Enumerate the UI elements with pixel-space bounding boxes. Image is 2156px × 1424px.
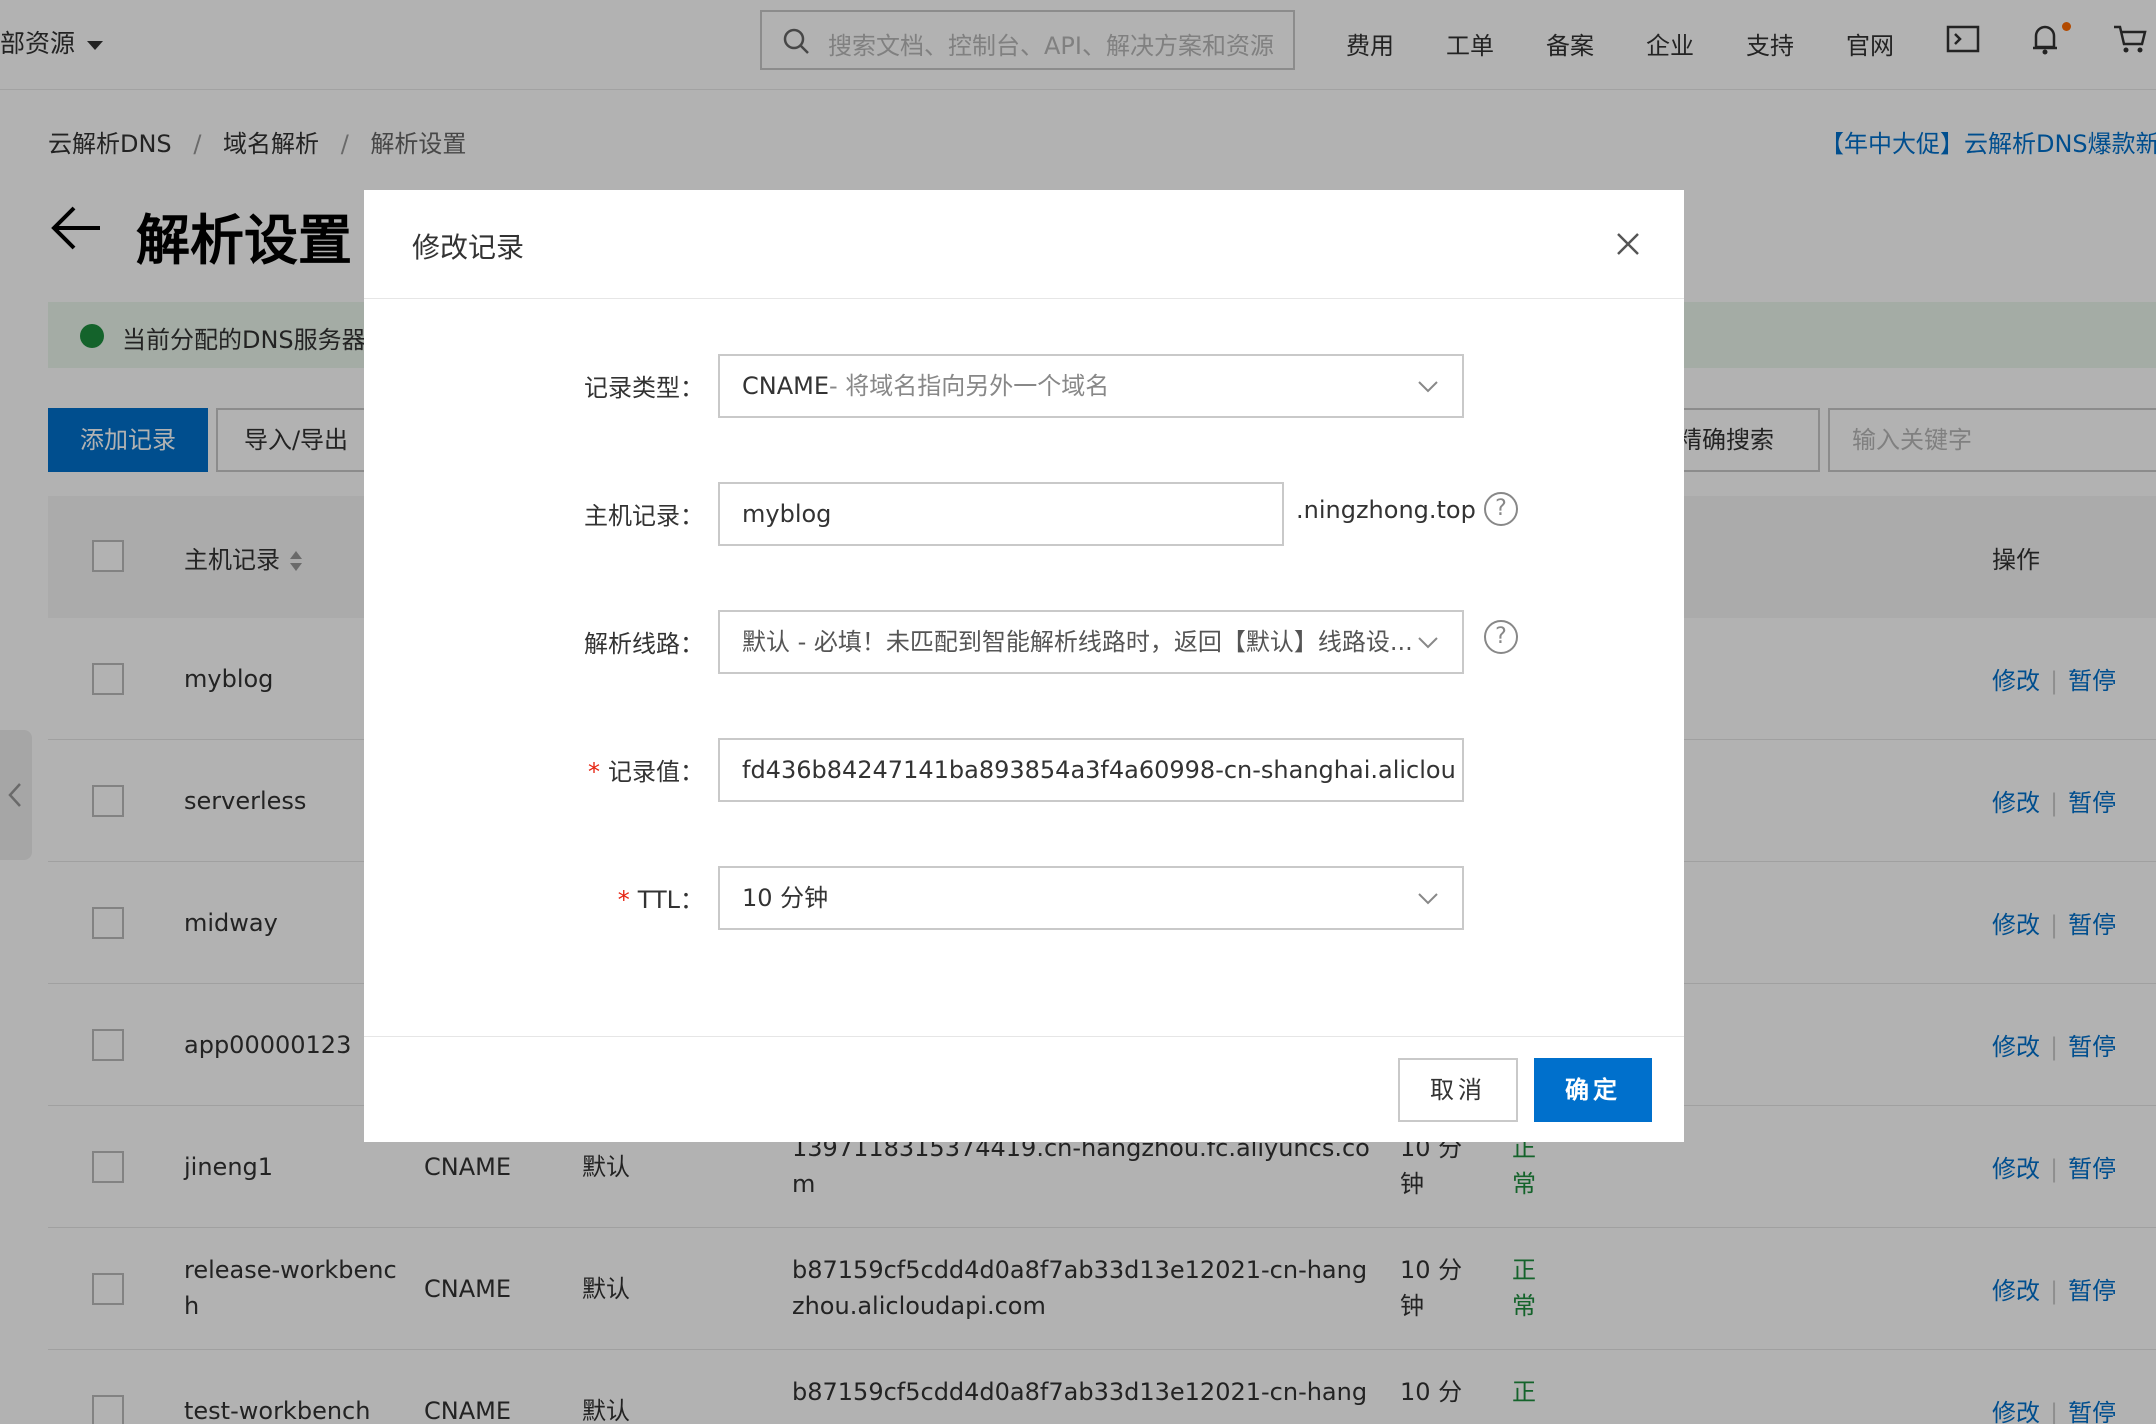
ttl-label-text: TTL： [637,886,704,914]
chevron-down-icon [1418,893,1438,905]
host-input[interactable]: myblog [718,482,1284,546]
record-type-label: 记录类型： [584,374,704,402]
record-type-select[interactable]: CNAME- 将域名指向另外一个域名 [718,354,1464,418]
help-icon[interactable]: ? [1484,620,1518,654]
edit-record-dialog: 修改记录 记录类型： CNAME- 将域名指向另外一个域名 主机记录： mybl… [364,190,1684,1142]
record-value-input[interactable]: fd436b84247141ba893854a3f4a60998-cn-shan… [718,738,1464,802]
ttl-select[interactable]: 10 分钟 [718,866,1464,930]
required-mark: * [617,886,630,914]
confirm-button[interactable]: 确定 [1534,1058,1652,1122]
domain-suffix: .ningzhong.top [1296,496,1476,524]
host-label: 主机记录： [584,502,704,530]
dialog-footer-divider [364,1036,1684,1037]
record-type-value: CNAME [742,372,829,400]
help-icon[interactable]: ? [1484,492,1518,526]
required-mark: * [588,758,600,786]
chevron-down-icon [1418,637,1438,649]
line-select[interactable]: 默认 - 必填！未匹配到智能解析线路时，返回【默认】线路设... [718,610,1464,674]
ttl-label: * TTL： [364,880,704,915]
record-type-desc: - 将域名指向另外一个域名 [829,372,1110,400]
close-icon[interactable] [1614,230,1642,258]
ttl-value: 10 分钟 [742,884,829,912]
line-label: 解析线路： [584,630,704,658]
dialog-header-divider [364,298,1684,299]
dialog-title: 修改记录 [412,231,525,264]
chevron-down-icon [1418,381,1438,393]
cancel-button[interactable]: 取消 [1398,1058,1518,1122]
record-value-label: * 记录值： [364,752,704,787]
record-value-label-text: 记录值： [608,758,704,786]
line-value: 默认 - 必填！未匹配到智能解析线路时，返回【默认】线路设... [742,628,1413,656]
